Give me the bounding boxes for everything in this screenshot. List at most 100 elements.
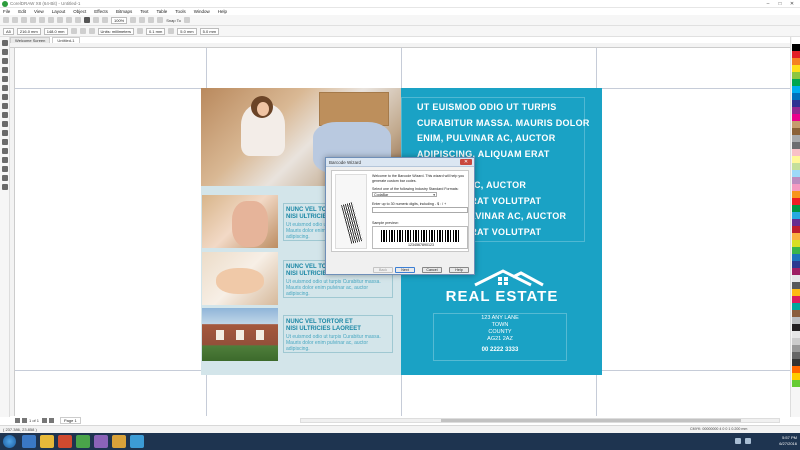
dialog-title-bar[interactable]: Barcode Wizard ✕	[326, 158, 474, 167]
digits-input[interactable]	[372, 207, 468, 213]
transparency-tool-icon[interactable]	[2, 157, 8, 163]
color-swatch[interactable]	[792, 373, 800, 380]
menu-object[interactable]: Object	[73, 8, 86, 15]
next-page-icon[interactable]	[42, 418, 48, 423]
menu-view[interactable]: View	[34, 8, 44, 15]
menu-text[interactable]: Text	[140, 8, 148, 15]
capture-taskbar-icon[interactable]	[130, 435, 144, 448]
color-swatch[interactable]	[792, 296, 800, 303]
snap-to-select[interactable]: Snap To	[166, 18, 181, 23]
color-swatch[interactable]	[792, 268, 800, 275]
color-swatch[interactable]	[792, 310, 800, 317]
back-button[interactable]: Back	[373, 267, 393, 273]
color-swatch[interactable]	[792, 317, 800, 324]
color-swatch[interactable]	[792, 177, 800, 184]
color-swatch[interactable]	[792, 261, 800, 268]
text-tool-icon[interactable]	[2, 121, 8, 127]
ellipse-tool-icon[interactable]	[2, 103, 8, 109]
import-icon[interactable]	[84, 17, 90, 23]
color-swatch[interactable]	[792, 359, 800, 366]
new-document-icon[interactable]	[3, 17, 9, 23]
color-swatch[interactable]	[792, 72, 800, 79]
next-button[interactable]: Next	[395, 267, 415, 273]
drop-shadow-tool-icon[interactable]	[2, 148, 8, 154]
color-swatch[interactable]	[792, 93, 800, 100]
horizontal-scrollbar[interactable]	[300, 418, 780, 423]
connector-tool-icon[interactable]	[2, 139, 8, 145]
file-explorer-icon[interactable]	[40, 435, 54, 448]
color-swatch[interactable]	[792, 79, 800, 86]
color-swatch[interactable]	[792, 107, 800, 114]
menu-edit[interactable]: Edit	[18, 8, 26, 15]
menu-file[interactable]: File	[3, 8, 10, 15]
color-swatch[interactable]	[792, 331, 800, 338]
last-page-icon[interactable]	[49, 418, 55, 423]
zoom-tool-icon[interactable]	[2, 67, 8, 73]
page-width-field[interactable]: 216.0 mm	[16, 27, 41, 35]
redo-icon[interactable]	[75, 17, 81, 23]
parallel-dimension-tool-icon[interactable]	[2, 130, 8, 136]
network-icon[interactable]	[735, 438, 741, 444]
format-dropdown[interactable]: CodaBar ▾	[372, 192, 437, 197]
open-icon[interactable]	[12, 17, 18, 23]
artistic-media-tool-icon[interactable]	[2, 85, 8, 91]
menu-window[interactable]: Window	[194, 8, 210, 15]
scrollbar-thumb[interactable]	[441, 419, 741, 422]
family-photo[interactable]	[202, 195, 278, 248]
color-swatch[interactable]	[792, 37, 800, 44]
clock[interactable]: 5:57 PM 6/27/2016	[777, 435, 797, 447]
nudge-distance-field[interactable]: 0.1 mm	[145, 27, 166, 35]
duplicate-x-field[interactable]: 5.0 mm	[177, 27, 197, 35]
color-swatch[interactable]	[792, 149, 800, 156]
color-swatch[interactable]	[792, 135, 800, 142]
undo-icon[interactable]	[66, 17, 72, 23]
publish-pdf-icon[interactable]	[102, 17, 108, 23]
grid-icon[interactable]	[148, 17, 155, 23]
color-swatch[interactable]	[792, 121, 800, 128]
color-swatch[interactable]	[792, 324, 800, 331]
color-swatch[interactable]	[792, 226, 800, 233]
house-photo[interactable]	[202, 308, 278, 361]
dialog-close-button[interactable]: ✕	[460, 159, 472, 165]
zoom-level-select[interactable]: 100%	[111, 16, 128, 24]
keys-photo[interactable]	[202, 252, 278, 305]
color-swatch[interactable]	[792, 247, 800, 254]
color-eyedropper-tool-icon[interactable]	[2, 166, 8, 172]
photo-paint-taskbar-icon[interactable]	[94, 435, 108, 448]
color-swatch[interactable]	[792, 65, 800, 72]
color-swatch[interactable]	[792, 128, 800, 135]
menu-table[interactable]: Table	[156, 8, 167, 15]
close-button[interactable]: ✕	[786, 0, 798, 8]
start-button[interactable]	[3, 435, 16, 448]
guidelines-icon[interactable]	[157, 17, 164, 23]
save-icon[interactable]	[21, 17, 27, 23]
color-swatch[interactable]	[792, 254, 800, 261]
color-swatch[interactable]	[792, 338, 800, 345]
cut-icon[interactable]	[39, 17, 45, 23]
landscape-icon[interactable]	[79, 28, 86, 34]
color-swatch[interactable]	[792, 240, 800, 247]
volume-icon[interactable]	[745, 438, 751, 444]
media-player-icon[interactable]	[58, 435, 72, 448]
interactive-fill-tool-icon[interactable]	[2, 175, 8, 181]
connect-taskbar-icon[interactable]	[112, 435, 126, 448]
color-swatch[interactable]	[792, 366, 800, 373]
color-swatch[interactable]	[792, 163, 800, 170]
full-screen-icon[interactable]	[130, 17, 137, 23]
menu-help[interactable]: Help	[218, 8, 227, 15]
minimize-button[interactable]: –	[762, 0, 774, 8]
crop-tool-icon[interactable]	[2, 58, 8, 64]
maximize-button[interactable]: □	[774, 0, 786, 8]
color-swatch[interactable]	[792, 170, 800, 177]
color-swatch[interactable]	[792, 205, 800, 212]
rectangle-tool-icon[interactable]	[2, 94, 8, 100]
logo-text[interactable]: REAL ESTATE	[437, 288, 567, 305]
menu-tools[interactable]: Tools	[175, 8, 186, 15]
tab-page-1[interactable]: Page 1	[60, 417, 81, 424]
menu-layout[interactable]: Layout	[52, 8, 66, 15]
color-swatch[interactable]	[792, 282, 800, 289]
feature-block[interactable]: NUNC VEL TORTOR ET NISI ULTRICIES LAOREE…	[283, 315, 393, 353]
help-button[interactable]: Help	[449, 267, 469, 273]
color-swatch[interactable]	[792, 275, 800, 282]
color-swatch[interactable]	[792, 380, 800, 387]
